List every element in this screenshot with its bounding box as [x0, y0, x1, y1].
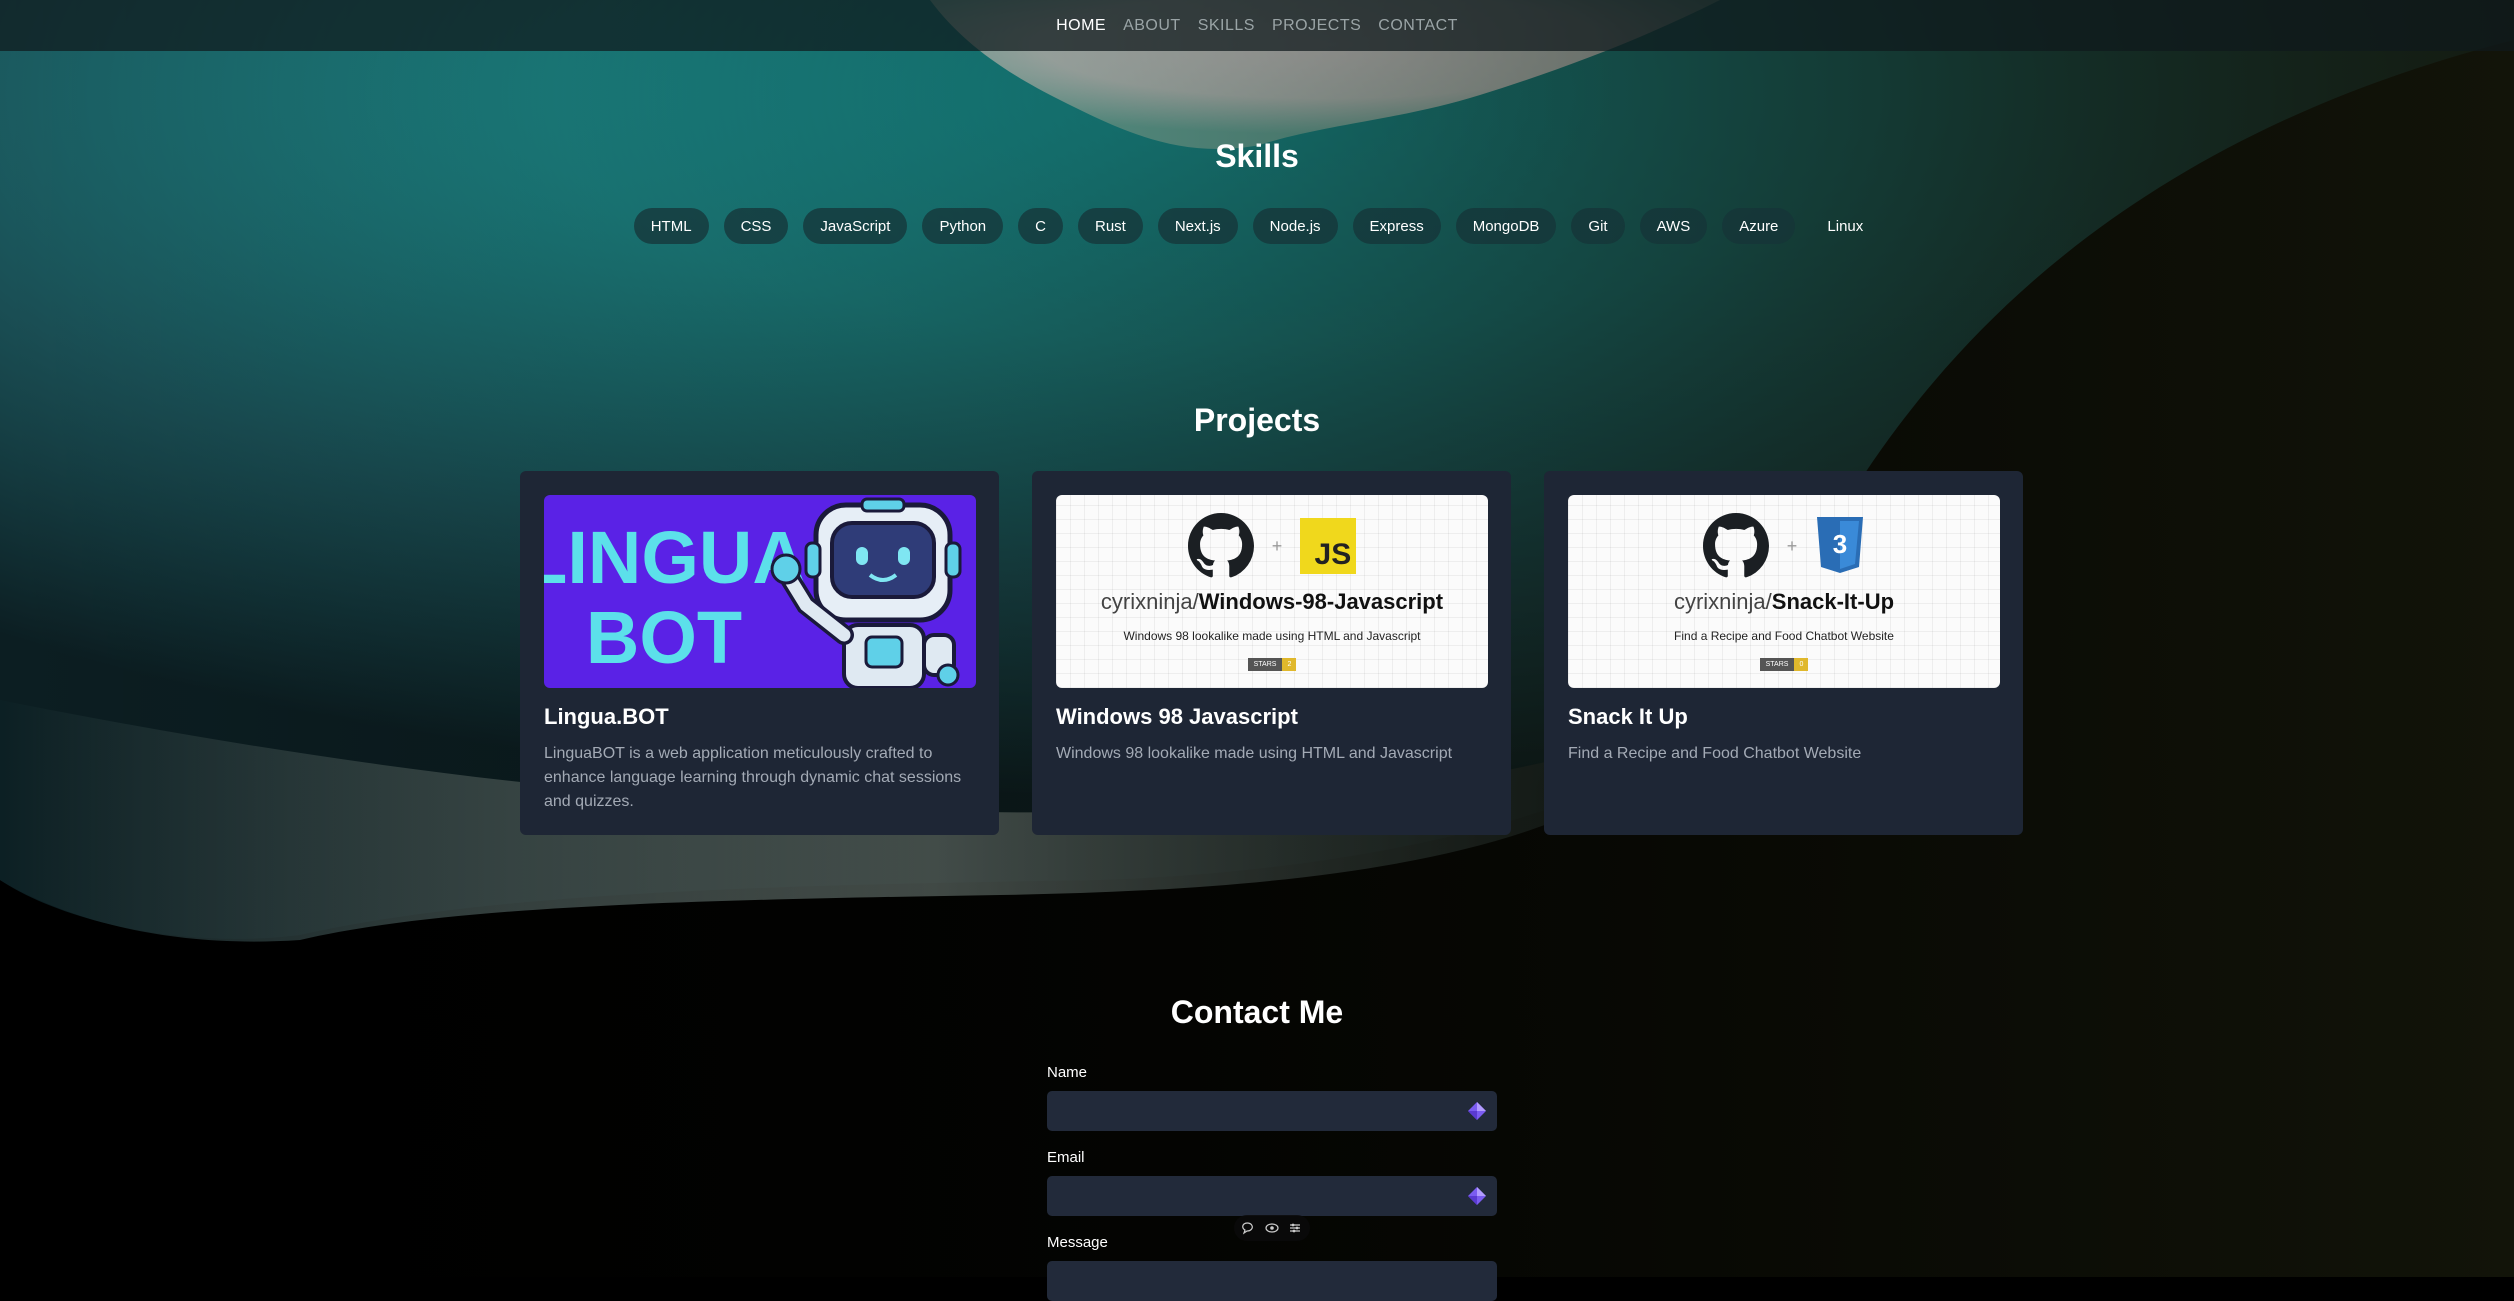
- project-description: LinguaBOT is a web application meticulou…: [544, 745, 962, 810]
- contact-heading: Contact Me: [1170, 994, 1344, 1030]
- repo-name: cyrixninja/Windows-98-Javascript: [1056, 589, 1488, 615]
- name-field-wrapper: [1047, 1091, 1497, 1131]
- project-title: Lingua.BOT: [544, 704, 669, 729]
- skill-tag: Azure: [1722, 208, 1796, 244]
- plus-icon: +: [1786, 535, 1798, 556]
- stars-label: STARS: [1247, 658, 1283, 671]
- repo-title: Windows-98-Javascript: [1198, 589, 1444, 614]
- top-nav: HOME ABOUT SKILLS PROJECTS CONTACT: [0, 0, 2514, 51]
- repo-owner: cyrixninja/: [1100, 589, 1199, 614]
- skill-tag: AWS: [1639, 208, 1708, 244]
- skill-tag: Linux: [1827, 217, 1864, 235]
- contact-form: Name Email Message: [1047, 1064, 1497, 1301]
- password-manager-icon[interactable]: [1467, 1186, 1487, 1206]
- nav-contact[interactable]: CONTACT: [1378, 17, 1458, 35]
- skill-tag: Rust: [1077, 208, 1143, 244]
- nav-about[interactable]: ABOUT: [1123, 17, 1181, 35]
- lingua-bot-image: LINGUA BOT: [544, 497, 962, 688]
- project-description: Windows 98 lookalike made using HTML and…: [1056, 745, 1453, 762]
- email-label: Email: [1047, 1149, 1085, 1166]
- skill-tag: Python: [922, 208, 1004, 244]
- skill-tag: JavaScript: [803, 208, 908, 244]
- password-manager-icon[interactable]: [1467, 1101, 1487, 1121]
- skill-tag: CSS: [723, 208, 789, 244]
- repo-description: Windows 98 lookalike made using HTML and…: [1123, 629, 1421, 643]
- nav-skills[interactable]: SKILLS: [1198, 17, 1255, 35]
- project-thumbnail: + 3 cyrixninja/Snack-It-Up Find a Recipe…: [1568, 495, 2000, 688]
- floating-toolbar: [1234, 1215, 1310, 1241]
- message-field-wrapper: [1047, 1261, 1497, 1301]
- project-title: Snack It Up: [1568, 704, 1688, 729]
- thumb-text-lingua: LINGUA: [544, 516, 806, 599]
- css3-icon: 3: [1817, 517, 1864, 573]
- stars-badge: STARS 2: [1056, 658, 1488, 671]
- skill-tag: Next.js: [1157, 208, 1238, 244]
- nav-projects[interactable]: PROJECTS: [1272, 17, 1361, 35]
- github-icon: [1187, 513, 1254, 578]
- skill-tag: C: [1018, 208, 1063, 244]
- email-field-wrapper: [1047, 1176, 1497, 1216]
- skills-heading: Skills: [1215, 138, 1299, 174]
- projects-heading: Projects: [1193, 402, 1321, 438]
- project-thumbnail: LINGUA BOT: [544, 495, 976, 688]
- stars-badge: STARS 0: [1568, 658, 2000, 671]
- project-cards: LINGUA BOT Lingua.BOT LinguaBOT is a web…: [520, 471, 2025, 835]
- repo-title: Snack-It-Up: [1771, 589, 1895, 614]
- skills-list: HTML CSS JavaScript Python C Rust Next.j…: [0, 208, 2514, 244]
- name-label: Name: [1047, 1064, 1088, 1081]
- skill-tag: Express: [1352, 208, 1441, 244]
- message-input[interactable]: [1047, 1261, 1497, 1301]
- javascript-icon: JS: [1300, 518, 1357, 574]
- svg-text:3: 3: [1833, 529, 1847, 559]
- project-card-snack-it-up[interactable]: + 3 cyrixninja/Snack-It-Up Find a Recipe…: [1544, 471, 2023, 835]
- stars-count: 0: [1794, 658, 1809, 671]
- thumb-text-bot: BOT: [586, 596, 742, 679]
- github-icon: [1702, 513, 1769, 578]
- skill-tag: HTML: [633, 208, 709, 244]
- project-card-windows-98[interactable]: + JS cyrixninja/Windows-98-Javascript Wi…: [1032, 471, 1511, 835]
- project-card-lingua-bot[interactable]: LINGUA BOT Lingua.BOT LinguaBOT is a web…: [520, 471, 999, 835]
- plus-icon: +: [1271, 535, 1283, 556]
- name-input[interactable]: [1047, 1091, 1497, 1131]
- skill-tag: Git: [1571, 208, 1625, 244]
- repo-owner: cyrixninja/: [1673, 589, 1772, 614]
- skill-tag: Node.js: [1252, 208, 1338, 244]
- email-input[interactable]: [1047, 1176, 1497, 1216]
- eye-icon[interactable]: [1265, 1221, 1279, 1235]
- project-thumbnail: + JS cyrixninja/Windows-98-Javascript Wi…: [1056, 495, 1488, 688]
- skill-tag: MongoDB: [1455, 208, 1557, 244]
- comment-icon[interactable]: [1242, 1221, 1256, 1235]
- project-title: Windows 98 Javascript: [1056, 704, 1298, 729]
- project-description: Find a Recipe and Food Chatbot Website: [1568, 745, 1862, 762]
- repo-name: cyrixninja/Snack-It-Up: [1568, 589, 2000, 615]
- repo-description: Find a Recipe and Food Chatbot Website: [1674, 629, 1894, 643]
- stars-label: STARS: [1759, 658, 1795, 671]
- stars-count: 2: [1282, 658, 1297, 671]
- settings-sliders-icon[interactable]: [1288, 1221, 1302, 1235]
- nav-home[interactable]: HOME: [1056, 17, 1106, 35]
